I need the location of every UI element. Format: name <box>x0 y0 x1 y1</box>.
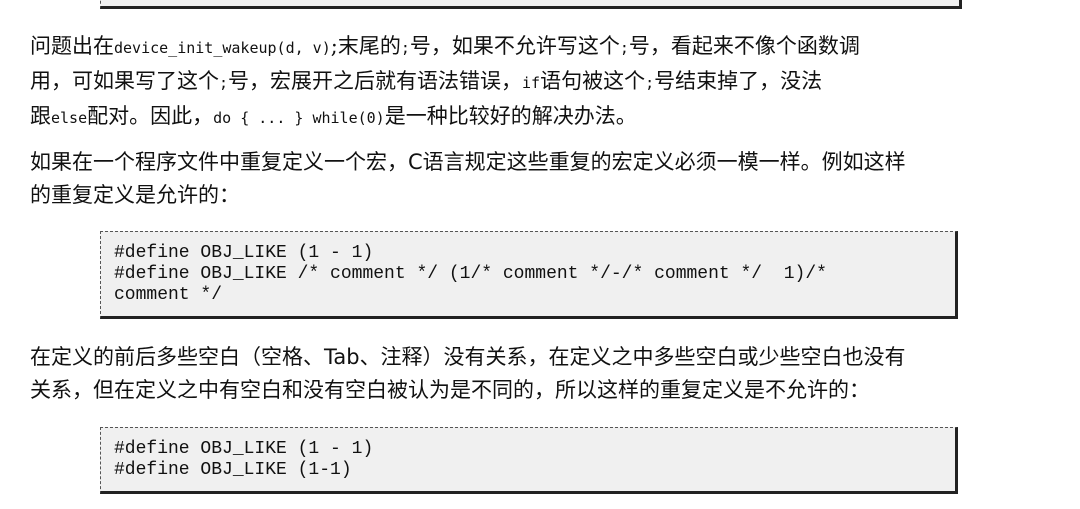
text-run: ;末尾的 <box>330 34 401 58</box>
inline-code: ; <box>219 74 229 92</box>
text-run: 在定义的前后多些空白（空格、 <box>30 345 324 369</box>
inline-code: else <box>51 109 88 127</box>
text-run: 号结束掉了，没法 <box>654 69 823 93</box>
text-run: 如果在一个程序文件中重复定义一个宏， <box>30 150 408 174</box>
text-run: C <box>408 150 423 174</box>
text-run: 是一种比较好的解决办法。 <box>384 104 637 128</box>
code-block-allowed: #define OBJ_LIKE (1 - 1) #define OBJ_LIK… <box>100 231 958 319</box>
paragraph-explanation: 问题出在device_init_wakeup(d, v);末尾的;号，如果不允许… <box>30 30 1050 135</box>
text-run: 语句被这个 <box>540 69 646 93</box>
paragraph-line: 关系，但在定义之中有空白和没有空白被认为是不同的，所以这样的重复定义是不允许的： <box>30 378 870 402</box>
text-run: 号，宏展开之后就有语法错误， <box>228 69 523 93</box>
text-run: 配对。因此， <box>87 104 214 128</box>
paragraph-line: 问题出在device_init_wakeup(d, v);末尾的;号，如果不允许… <box>30 30 1050 65</box>
paragraph-line: 在定义的前后多些空白（空格、Tab、注释）没有关系，在定义之中多些空白或少些空白… <box>30 341 1050 374</box>
text-run: 问题出在 <box>30 34 114 58</box>
text-run: 语言规定这些重复的宏定义必须一模一样。例如这样 <box>422 150 906 174</box>
text-run: 号，如果不允许写这个 <box>409 34 620 58</box>
paragraph-line: 如果在一个程序文件中重复定义一个宏，C语言规定这些重复的宏定义必须一模一样。例如… <box>30 146 1050 179</box>
inline-code: if <box>522 74 541 92</box>
paragraph-macro-redefinition: 如果在一个程序文件中重复定义一个宏，C语言规定这些重复的宏定义必须一模一样。例如… <box>30 146 1050 212</box>
paragraph-line: 跟else配对。因此，do { ... } while(0)是一种比较好的解决办… <box>30 100 1050 135</box>
inline-code: device_init_wakeup(d, v) <box>114 39 331 57</box>
paragraph-line: 用，可如果写了这个;号，宏展开之后就有语法错误，if语句被这个;号结束掉了，没法 <box>30 65 1050 100</box>
paragraph-line: 的重复定义是允许的： <box>30 183 240 207</box>
inline-code: ; <box>645 74 655 92</box>
text-run: 、注释）没有关系，在定义之中多些空白或少些空白也没有 <box>359 345 906 369</box>
inline-code: ; <box>400 39 410 57</box>
text-run: 用，可如果写了这个 <box>30 69 219 93</box>
inline-code: ; <box>619 39 629 57</box>
text-run: Tab <box>324 345 360 369</box>
previous-code-box <box>100 0 962 9</box>
paragraph-whitespace-rule: 在定义的前后多些空白（空格、Tab、注释）没有关系，在定义之中多些空白或少些空白… <box>30 341 1050 407</box>
code-block-not-allowed: #define OBJ_LIKE (1 - 1) #define OBJ_LIK… <box>100 427 958 494</box>
text-run: 号，看起来不像个函数调 <box>628 34 860 58</box>
code-text: #define OBJ_LIKE (1 - 1) #define OBJ_LIK… <box>114 439 374 480</box>
inline-code: do { ... } while(0) <box>213 109 385 127</box>
code-text: #define OBJ_LIKE (1 - 1) #define OBJ_LIK… <box>114 243 827 305</box>
text-run: 跟 <box>30 104 51 128</box>
